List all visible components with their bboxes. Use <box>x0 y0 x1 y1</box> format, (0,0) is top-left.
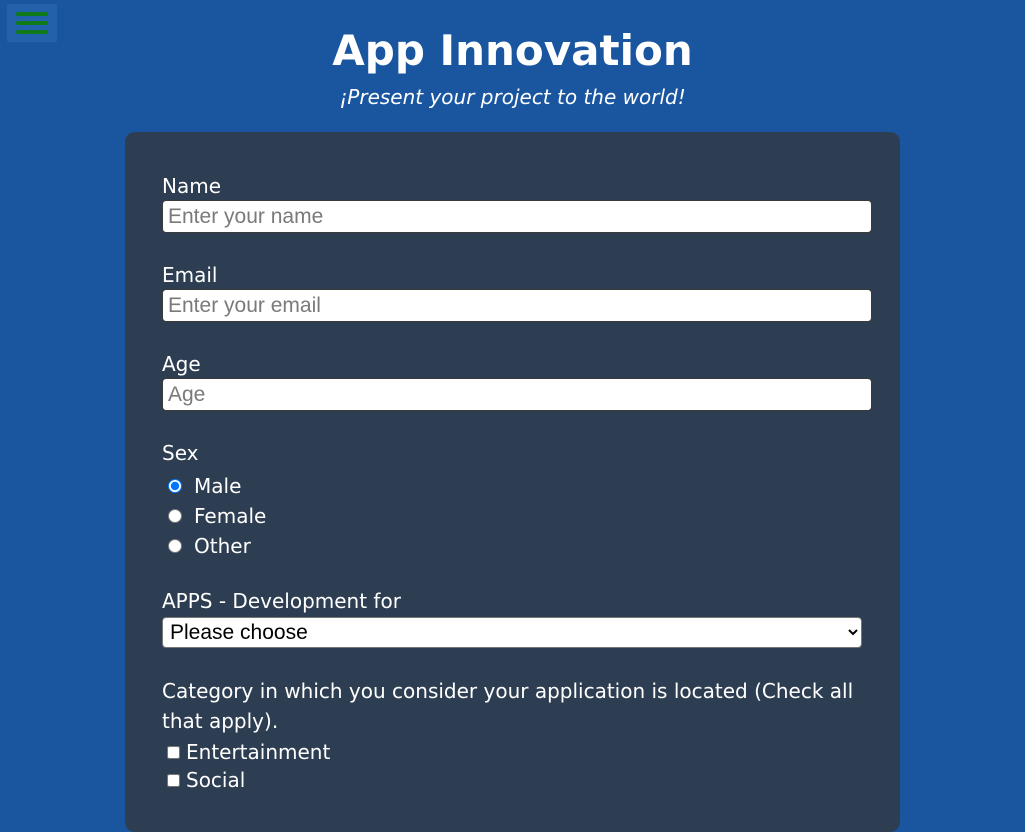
sex-radio-female[interactable] <box>168 509 182 523</box>
page-title: App Innovation <box>332 26 693 75</box>
sex-label: Sex <box>162 441 199 465</box>
category-option-social: Social <box>162 766 872 794</box>
sex-option-female: Female <box>162 501 872 531</box>
category-checkbox-entertainment[interactable] <box>167 745 180 759</box>
category-label: Category in which you consider your appl… <box>162 679 854 733</box>
sex-option-label: Other <box>194 534 251 558</box>
apps-platform-select[interactable]: Please choose <box>162 617 862 648</box>
sex-radio-male[interactable] <box>168 479 182 493</box>
name-label: Name <box>162 174 222 198</box>
sex-option-male: Male <box>162 471 872 501</box>
sex-option-label: Female <box>194 504 267 528</box>
sex-radio-group: Male Female Other <box>162 471 872 561</box>
sex-radio-other[interactable] <box>168 539 182 553</box>
page-subtitle: ¡Present your project to the world! <box>339 85 686 109</box>
category-checkbox-social[interactable] <box>167 773 180 787</box>
category-option-label: Social <box>186 768 246 792</box>
email-input[interactable] <box>162 289 872 322</box>
apps-label: APPS - Development for <box>162 589 401 613</box>
sex-option-other: Other <box>162 531 872 561</box>
hamburger-menu-icon <box>16 12 48 16</box>
category-option-label: Entertainment <box>186 740 331 764</box>
name-input[interactable] <box>162 200 872 233</box>
page-header: App Innovation ¡Present your project to … <box>0 24 1025 110</box>
registration-form: Name Email Age Sex Male Female Other APP… <box>125 132 900 832</box>
email-label: Email <box>162 263 218 287</box>
age-label: Age <box>162 352 201 376</box>
sex-option-label: Male <box>194 474 242 498</box>
category-option-entertainment: Entertainment <box>162 738 872 766</box>
age-input[interactable] <box>162 378 872 411</box>
